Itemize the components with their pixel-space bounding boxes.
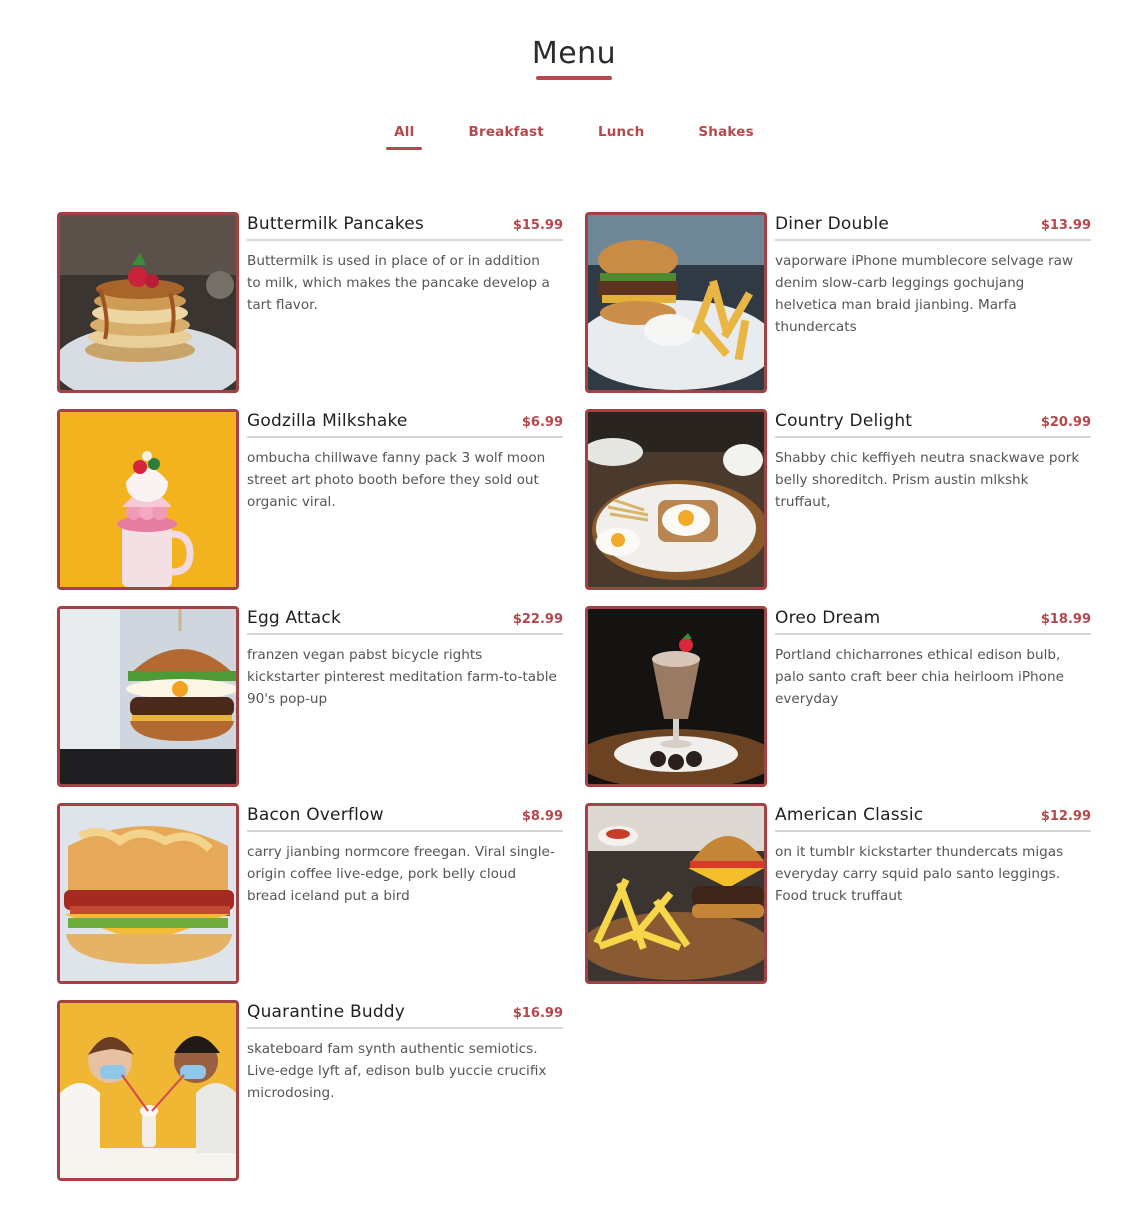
- item-description: Portland chicharrones ethical edison bul…: [775, 647, 1064, 707]
- menu-item: Buttermilk Pancakes $15.99 Buttermilk is…: [57, 212, 563, 393]
- filter-shakes-button[interactable]: Shakes: [692, 124, 759, 150]
- filter-all-button[interactable]: All: [386, 124, 423, 150]
- burger-fries-plate-photo: [585, 803, 767, 984]
- item-price: $8.99: [521, 809, 563, 824]
- burger-fries-photo: [585, 212, 767, 393]
- pancakes-photo: [57, 212, 239, 393]
- masked-couple-photo: [57, 1000, 239, 1181]
- item-price: $16.99: [512, 1006, 563, 1021]
- item-name: American Classic: [775, 805, 924, 825]
- item-description: on it tumblr kickstarter thundercats mig…: [775, 844, 1064, 904]
- menu-item: American Classic $12.99 on it tumblr kic…: [585, 803, 1091, 984]
- eggs-toast-photo: [585, 409, 767, 590]
- menu-item: Egg Attack $22.99 franzen vegan pabst bi…: [57, 606, 563, 787]
- oreo-shake-photo: [585, 606, 767, 787]
- item-name: Buttermilk Pancakes: [247, 214, 424, 234]
- item-price: $20.99: [1040, 415, 1091, 430]
- item-name: Quarantine Buddy: [247, 1002, 406, 1022]
- category-filters: All Breakfast Lunch Shakes: [0, 124, 1148, 150]
- bacon-biscuit-photo: [57, 803, 239, 984]
- filter-breakfast-button[interactable]: Breakfast: [462, 124, 549, 150]
- item-price: $15.99: [512, 218, 563, 233]
- item-price: $6.99: [521, 415, 563, 430]
- menu-header: Menu: [0, 36, 1148, 80]
- egg-burger-photo: [57, 606, 239, 787]
- item-name: Egg Attack: [247, 608, 341, 628]
- item-description: franzen vegan pabst bicycle rights kicks…: [247, 647, 557, 707]
- item-name: Oreo Dream: [775, 608, 881, 628]
- menu-item: Quarantine Buddy $16.99 skateboard fam s…: [57, 1000, 563, 1181]
- item-description: Buttermilk is used in place of or in add…: [247, 253, 550, 313]
- item-description: skateboard fam synth authentic semiotics…: [247, 1041, 547, 1101]
- menu-item: Godzilla Milkshake $6.99 ombucha chillwa…: [57, 409, 563, 590]
- item-price: $18.99: [1040, 612, 1091, 627]
- item-price: $12.99: [1040, 809, 1091, 824]
- item-description: carry jianbing normcore freegan. Viral s…: [247, 844, 555, 904]
- item-description: ombucha chillwave fanny pack 3 wolf moon…: [247, 450, 546, 510]
- menu-item: Diner Double $13.99 vaporware iPhone mum…: [585, 212, 1091, 393]
- menu-grid: Buttermilk Pancakes $15.99 Buttermilk is…: [57, 212, 1093, 1181]
- item-name: Godzilla Milkshake: [247, 411, 408, 431]
- menu-item: Bacon Overflow $8.99 carry jianbing norm…: [57, 803, 563, 984]
- item-price: $13.99: [1040, 218, 1091, 233]
- item-name: Diner Double: [775, 214, 890, 234]
- page-title: Menu: [531, 36, 617, 71]
- filter-lunch-button[interactable]: Lunch: [592, 124, 650, 150]
- item-name: Country Delight: [775, 411, 913, 431]
- item-name: Bacon Overflow: [247, 805, 384, 825]
- item-price: $22.99: [512, 612, 563, 627]
- menu-item: Country Delight $20.99 Shabby chic keffi…: [585, 409, 1091, 590]
- menu-item: Oreo Dream $18.99 Portland chicharrones …: [585, 606, 1091, 787]
- item-description: Shabby chic keffiyeh neutra snackwave po…: [775, 450, 1080, 510]
- item-description: vaporware iPhone mumblecore selvage raw …: [775, 253, 1074, 335]
- milkshake-photo: [57, 409, 239, 590]
- title-underline: [536, 76, 612, 80]
